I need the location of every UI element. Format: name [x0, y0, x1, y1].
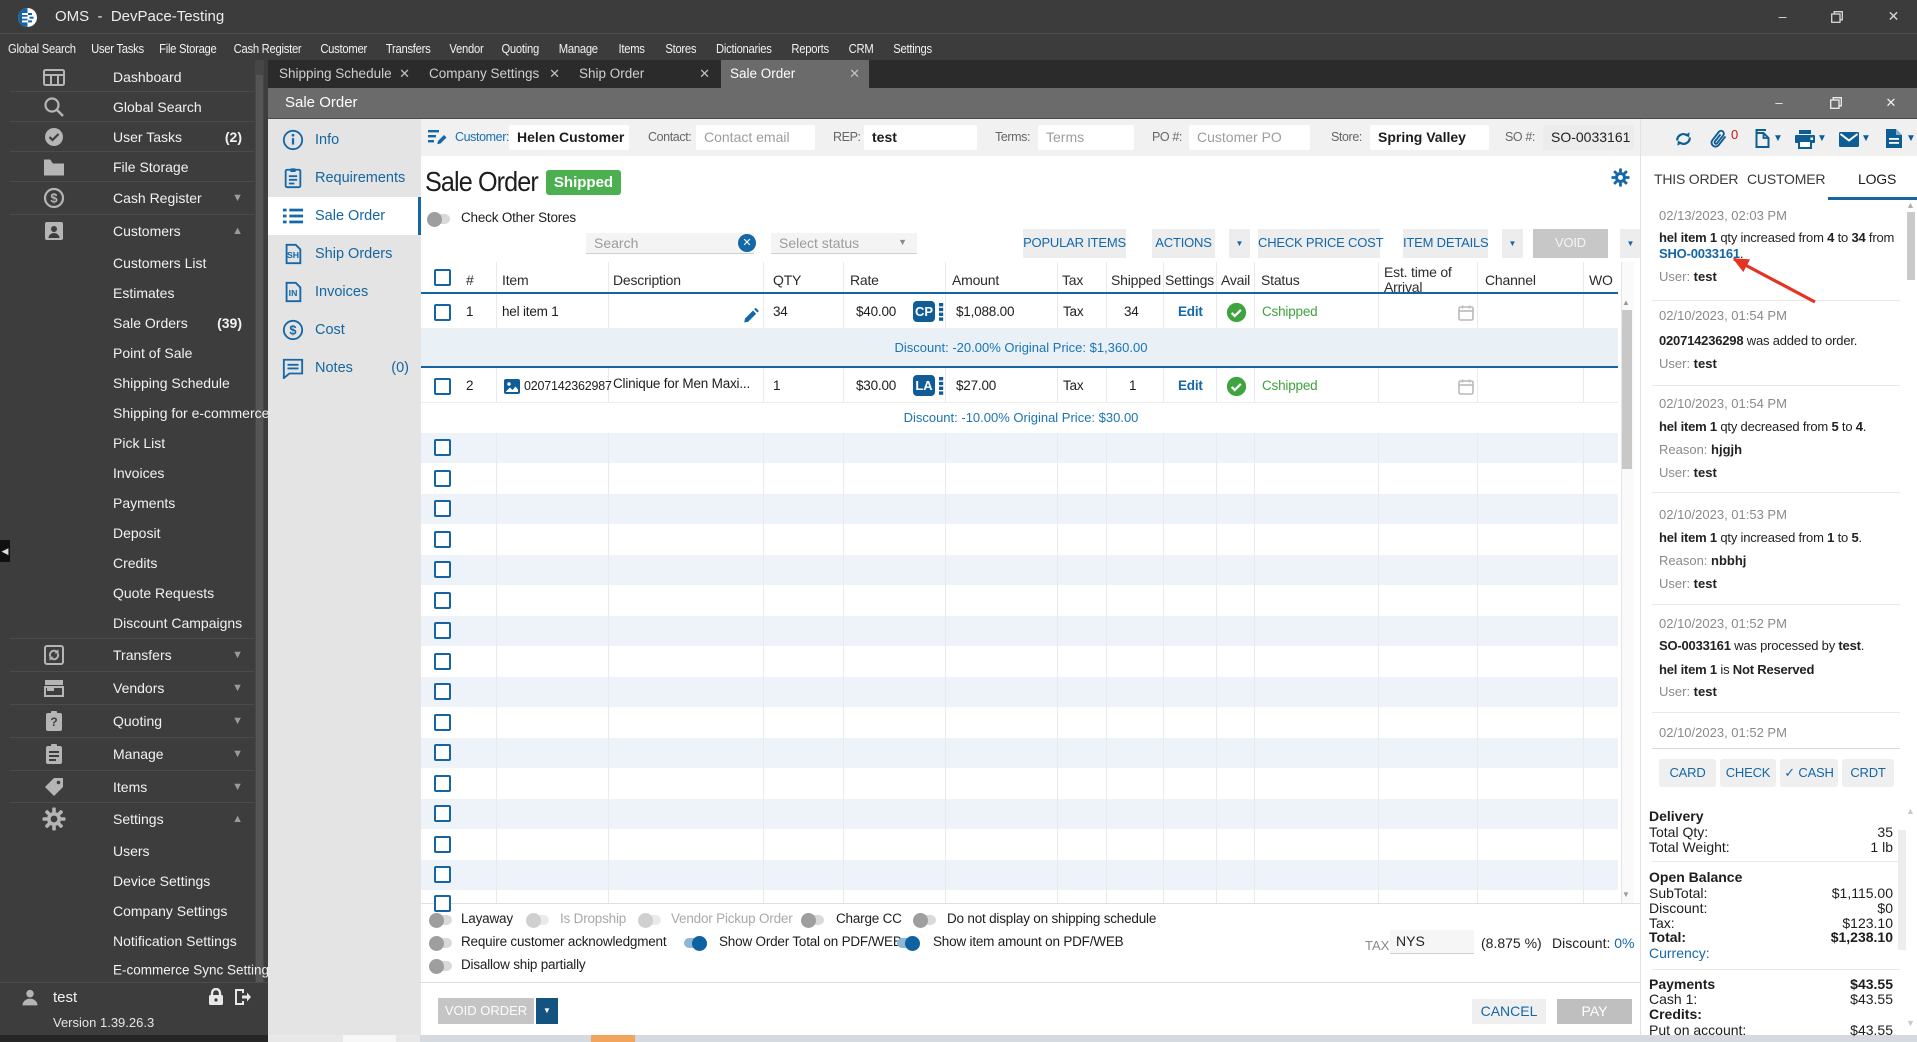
- svg-text:$: $: [50, 191, 58, 206]
- svg-text:?: ?: [50, 715, 57, 729]
- svg-text:SH: SH: [287, 250, 299, 260]
- svg-text:IN: IN: [289, 288, 298, 298]
- svg-text:$: $: [289, 323, 296, 338]
